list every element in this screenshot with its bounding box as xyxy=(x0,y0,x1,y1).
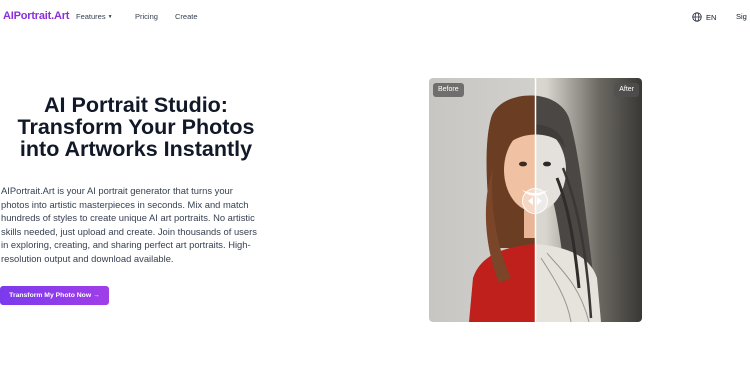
globe-icon xyxy=(692,12,702,22)
site-logo[interactable]: AIPortrait.Art xyxy=(3,10,69,22)
after-label: After xyxy=(614,83,639,97)
sign-in-link[interactable]: Sig xyxy=(736,12,747,21)
hero-title-line: AI Portrait Studio: xyxy=(44,93,228,117)
nav-pricing-link[interactable]: Pricing xyxy=(135,12,158,21)
comparison-slider-handle[interactable] xyxy=(522,188,548,214)
hero-title: AI Portrait Studio: Transform Your Photo… xyxy=(0,94,272,160)
language-label: EN xyxy=(706,12,717,22)
slider-arrows-icon xyxy=(528,197,542,205)
top-navbar: AIPortrait.Art Features ▼ Pricing Create … xyxy=(0,0,750,34)
before-after-comparison[interactable]: Before After xyxy=(429,78,642,322)
hero-description: AIPortrait.Art is your AI portrait gener… xyxy=(1,184,291,265)
hero-description-line: skills needed, just upload and create. J… xyxy=(1,225,257,237)
nav-create-link[interactable]: Create xyxy=(175,12,198,21)
hero-title-line: into Artworks Instantly xyxy=(19,137,253,161)
nav-features-label: Features xyxy=(76,12,106,21)
hero-description-line: resolution output and download available… xyxy=(1,252,174,264)
hero-description-line: in exploring, creating, and sharing perf… xyxy=(1,239,251,250)
hero-description-line: photos into artistic masterpieces in sec… xyxy=(1,198,249,210)
chevron-down-icon: ▼ xyxy=(107,14,113,20)
hero-description-line: AIPortrait.Art is your AI portrait gener… xyxy=(1,185,233,196)
hero-title-line: Transform Your Photos xyxy=(17,115,255,139)
transform-photo-button[interactable]: Transform My Photo Now → xyxy=(0,286,109,305)
language-selector[interactable]: EN xyxy=(692,10,716,24)
hero-description-line: hundreds of styles to create unique AI a… xyxy=(1,212,255,223)
before-label: Before xyxy=(433,83,464,97)
nav-features-dropdown[interactable]: Features ▼ xyxy=(76,12,113,21)
